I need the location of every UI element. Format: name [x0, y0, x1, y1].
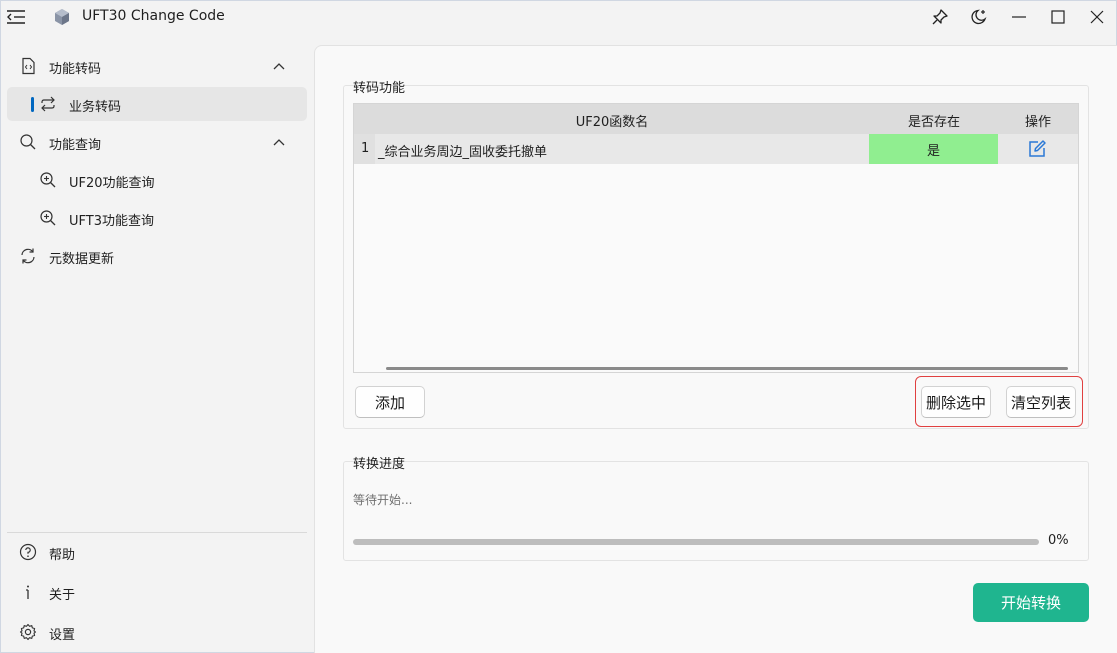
search-icon — [19, 133, 37, 151]
zoom-in-icon — [39, 171, 57, 189]
chevron-up-icon[interactable] — [271, 59, 287, 73]
clear-list-button[interactable]: 清空列表 — [1006, 386, 1076, 418]
sidebar-item-function-query[interactable]: 功能查询 — [7, 125, 307, 159]
sidebar-item-uf20-query[interactable]: UF20功能查询 — [7, 163, 307, 197]
progress-group — [343, 461, 1089, 561]
progress-bar — [353, 539, 1039, 545]
column-header-op[interactable]: 操作 — [1018, 111, 1058, 130]
sidebar-divider — [7, 532, 307, 533]
theme-moon-icon[interactable] — [969, 7, 989, 27]
sidebar-item-label: UF20功能查询 — [69, 176, 155, 191]
refresh-icon — [19, 247, 37, 265]
help-circle-icon — [19, 543, 37, 561]
sidebar-item-label: 元数据更新 — [49, 252, 115, 267]
cell-function-name: _综合业务周边_固收委托撤单 — [378, 145, 548, 160]
cube-logo-icon — [53, 8, 71, 26]
edit-icon[interactable] — [1026, 138, 1048, 160]
status-text: 等待开始... — [353, 493, 413, 507]
window-title: UFT30 Change Code — [82, 8, 225, 24]
horizontal-scrollbar[interactable] — [386, 367, 1068, 370]
sidebar-item-label: 功能查询 — [49, 138, 102, 153]
table-row[interactable]: 1 _综合业务周边_固收委托撤单 是 — [354, 134, 1078, 164]
sidebar-item-label: UFT3功能查询 — [69, 214, 154, 229]
column-header-exists[interactable]: 是否存在 — [894, 111, 974, 130]
sidebar-item-uft3-query[interactable]: UFT3功能查询 — [7, 201, 307, 235]
column-header-name[interactable]: UF20函数名 — [574, 111, 650, 130]
sidebar-item-business-transcode[interactable]: 业务转码 — [7, 87, 307, 121]
row-number: 1 — [354, 134, 375, 164]
menu-icon[interactable] — [5, 6, 27, 28]
title-bar: UFT30 Change Code — [1, 1, 1116, 33]
function-table[interactable]: UF20函数名 是否存在 操作 1 _综合业务周边_固收委托撤单 是 — [353, 103, 1079, 373]
sidebar-item-label: 设置 — [49, 628, 76, 643]
sidebar-item-settings[interactable]: 设置 — [7, 615, 307, 649]
app-window: UFT30 Change Code 功能转码 业务转码 功能查询 UF20功能查… — [0, 0, 1117, 653]
sidebar-item-label: 业务转码 — [69, 100, 122, 115]
progress-group-title: 转换进度 — [353, 457, 406, 472]
sidebar-item-metadata-update[interactable]: 元数据更新 — [7, 239, 307, 273]
sidebar-item-label: 功能转码 — [49, 62, 102, 77]
gear-icon — [19, 623, 37, 641]
sidebar-item-label: 帮助 — [49, 548, 76, 563]
transcode-group-title: 转码功能 — [353, 81, 406, 96]
delete-selected-button[interactable]: 删除选中 — [921, 386, 991, 418]
close-icon[interactable] — [1087, 7, 1107, 27]
minimize-icon[interactable] — [1009, 7, 1029, 27]
sidebar: 功能转码 业务转码 功能查询 UF20功能查询 UFT3功能查询 元数据更新 帮… — [1, 45, 313, 653]
selection-indicator — [31, 97, 34, 112]
swap-arrows-icon — [39, 95, 57, 113]
sidebar-item-label: 关于 — [49, 588, 76, 603]
sidebar-item-about[interactable]: 关于 — [7, 575, 307, 609]
progress-percent: 0% — [1048, 533, 1069, 548]
chevron-up-icon[interactable] — [271, 135, 287, 149]
start-convert-button[interactable]: 开始转换 — [973, 583, 1089, 622]
info-icon — [19, 583, 37, 601]
sidebar-item-function-transcode[interactable]: 功能转码 — [7, 49, 307, 83]
sidebar-item-help[interactable]: 帮助 — [7, 535, 307, 569]
code-file-icon — [19, 57, 37, 75]
maximize-icon[interactable] — [1048, 7, 1068, 27]
table-header: UF20函数名 是否存在 操作 — [354, 104, 1078, 134]
pin-icon[interactable] — [930, 7, 950, 27]
add-button[interactable]: 添加 — [355, 386, 425, 418]
cell-exists: 是 — [869, 134, 998, 164]
zoom-in-icon — [39, 209, 57, 227]
